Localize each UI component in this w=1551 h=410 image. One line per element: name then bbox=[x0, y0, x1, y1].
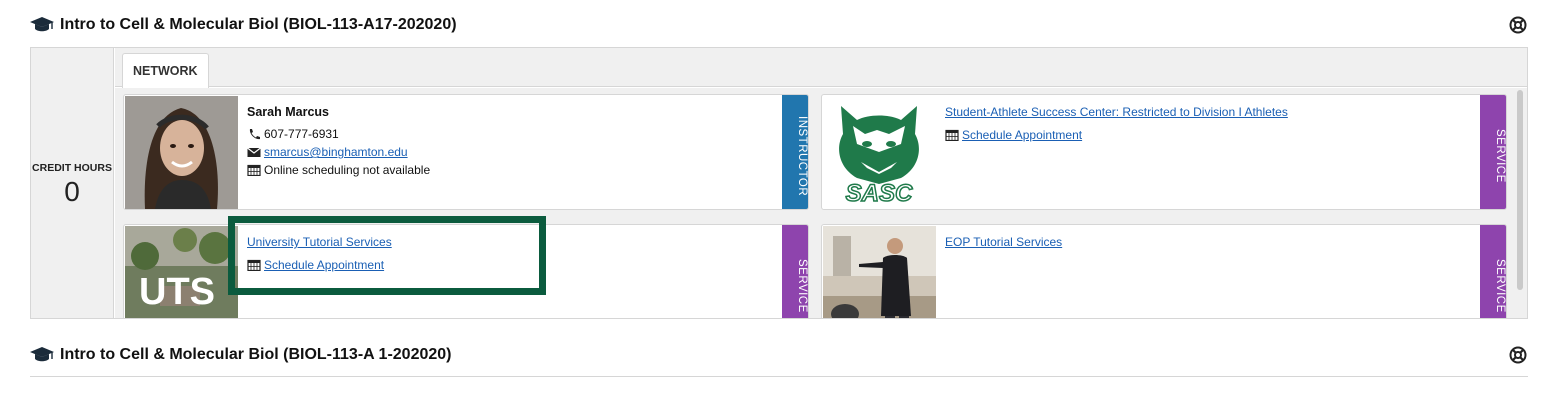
graduation-cap-icon bbox=[30, 347, 54, 362]
credit-hours-box: CREDIT HOURS 0 bbox=[31, 48, 114, 318]
uts-side-label: SERVICE bbox=[782, 225, 808, 318]
highlight-box bbox=[228, 216, 546, 295]
instructor-side-label: INSTRUCTOR bbox=[782, 95, 808, 209]
instructor-name: Sarah Marcus bbox=[247, 105, 329, 119]
sasc-logo: SASC bbox=[823, 96, 936, 209]
uts-photo: UTS bbox=[125, 226, 238, 318]
service-card-eop: EOP Tutorial Services SERVICE bbox=[821, 224, 1507, 318]
instructor-photo bbox=[125, 96, 238, 209]
credit-hours-value: 0 bbox=[64, 176, 80, 207]
service-card-sasc: SASC Student-Athlete Success Center: Res… bbox=[821, 94, 1507, 210]
lifebuoy-icon[interactable] bbox=[1509, 16, 1527, 34]
course-divider bbox=[30, 376, 1528, 377]
sasc-side-label: SERVICE bbox=[1480, 95, 1506, 209]
lifebuoy-icon[interactable] bbox=[1509, 346, 1527, 364]
tabs-bar: NETWORK bbox=[115, 48, 1527, 88]
phone-icon bbox=[249, 129, 260, 140]
envelope-icon bbox=[247, 147, 261, 157]
course-title: Intro to Cell & Molecular Biol (BIOL-113… bbox=[60, 346, 452, 363]
cards-scrollbar[interactable] bbox=[1517, 90, 1523, 290]
instructor-phone: 607-777-6931 bbox=[264, 127, 339, 141]
instructor-card: Sarah Marcus 607-777-6931 smarcus@bingha… bbox=[123, 94, 809, 210]
sasc-schedule-appointment-link[interactable]: Schedule Appointment bbox=[962, 126, 1082, 144]
course-title: Intro to Cell & Molecular Biol (BIOL-113… bbox=[60, 16, 457, 33]
eop-photo bbox=[823, 226, 936, 318]
calendar-icon bbox=[945, 129, 959, 141]
sasc-link[interactable]: Student-Athlete Success Center: Restrict… bbox=[945, 103, 1288, 121]
tab-network[interactable]: NETWORK bbox=[122, 53, 209, 88]
eop-link[interactable]: EOP Tutorial Services bbox=[945, 233, 1062, 251]
uts-logo-text: UTS bbox=[139, 271, 215, 313]
sasc-logo-text: SASC bbox=[846, 180, 913, 207]
calendar-icon bbox=[247, 164, 261, 176]
eop-side-label: SERVICE bbox=[1480, 225, 1506, 318]
graduation-cap-icon bbox=[30, 17, 54, 32]
credit-hours-label: CREDIT HOURS bbox=[32, 162, 112, 174]
instructor-email-link[interactable]: smarcus@binghamton.edu bbox=[264, 143, 408, 161]
course-header: Intro to Cell & Molecular Biol (BIOL-113… bbox=[30, 13, 1527, 37]
course-header: Intro to Cell & Molecular Biol (BIOL-113… bbox=[30, 343, 1527, 367]
instructor-scheduling-status: Online scheduling not available bbox=[264, 163, 431, 177]
